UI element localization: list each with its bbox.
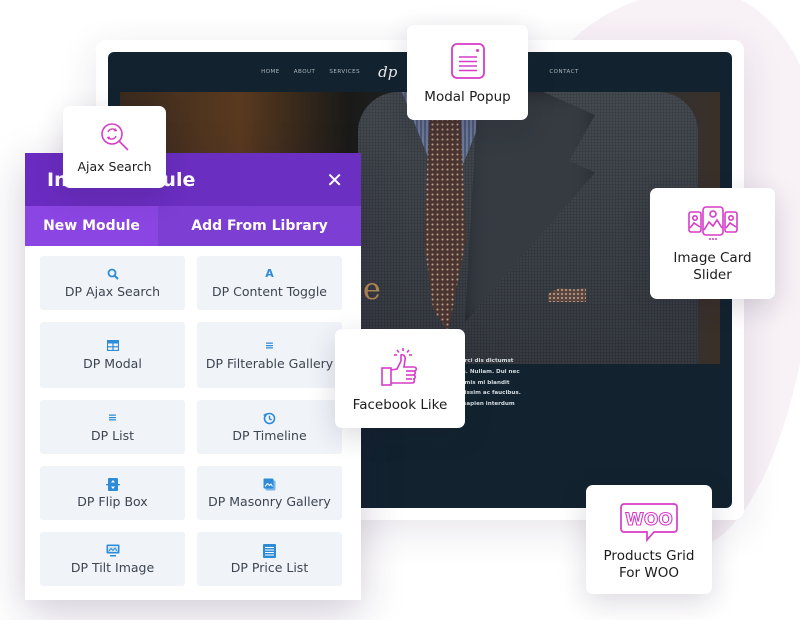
thumbs-up-icon xyxy=(380,348,420,388)
module-dp-content-toggle[interactable]: A DP Content Toggle xyxy=(197,256,342,310)
products-grid-label-1: Products Grid xyxy=(603,548,695,564)
feature-card-ajax-search: Ajax Search xyxy=(63,106,166,188)
products-grid-label-2: For WOO xyxy=(619,565,679,581)
panel-tabs: New Module Add From Library xyxy=(25,206,361,246)
module-dp-timeline[interactable]: DP Timeline xyxy=(197,400,342,454)
insert-module-panel: Insert Module ✕ New Module Add From Libr… xyxy=(25,153,361,600)
module-dp-flip-box[interactable]: DP Flip Box xyxy=(40,466,185,520)
module-dp-filterable-gallery[interactable]: ≡ DP Filterable Gallery xyxy=(197,322,342,388)
gallery-icon xyxy=(263,478,276,491)
module-dp-tilt-image[interactable]: DP Tilt Image xyxy=(40,532,185,586)
module-dp-modal[interactable]: DP Modal xyxy=(40,322,185,388)
image-card-slider-label-1: Image Card xyxy=(673,250,752,266)
search-icon xyxy=(107,268,119,281)
feature-card-modal-popup: Modal Popup xyxy=(407,25,528,120)
price-list-icon xyxy=(263,543,276,558)
tab-new-module[interactable]: New Module xyxy=(25,206,158,246)
nav-about[interactable]: ABOUT xyxy=(294,69,316,75)
hero-heading-fragment: e xyxy=(363,272,381,307)
image-card-slider-icon xyxy=(687,206,738,242)
modal-popup-label: Modal Popup xyxy=(424,89,511,105)
nav-home[interactable]: HOME xyxy=(261,69,280,75)
woo-icon: WOO xyxy=(620,502,678,542)
history-icon xyxy=(263,412,276,425)
ajax-search-label: Ajax Search xyxy=(77,159,152,174)
module-dp-list[interactable]: ≡ DP List xyxy=(40,400,185,454)
menu-icon: ≡ xyxy=(264,338,275,352)
nav-services[interactable]: SERVICES xyxy=(329,69,360,75)
text-icon: A xyxy=(265,266,274,280)
close-icon[interactable]: ✕ xyxy=(326,170,343,190)
svg-text:WOO: WOO xyxy=(625,510,673,530)
list-icon: ≡ xyxy=(107,410,118,424)
ajax-search-icon xyxy=(98,120,132,154)
flip-box-icon xyxy=(105,477,120,491)
module-dp-ajax-search[interactable]: DP Ajax Search xyxy=(40,256,185,310)
module-dp-masonry-gallery[interactable]: DP Masonry Gallery xyxy=(197,466,342,520)
monitor-image-icon xyxy=(106,544,120,557)
feature-card-image-card-slider: Image Card Slider xyxy=(650,188,775,299)
feature-card-products-grid: WOO Products Grid For WOO xyxy=(586,485,712,594)
module-dp-price-list[interactable]: DP Price List xyxy=(197,532,342,586)
modal-popup-icon xyxy=(449,42,487,80)
table-icon xyxy=(106,339,119,353)
facebook-like-label: Facebook Like xyxy=(352,397,448,413)
module-grid: DP Ajax Search A DP Content Toggle DP Mo… xyxy=(25,246,361,586)
feature-card-facebook-like: Facebook Like xyxy=(335,329,465,428)
tab-add-from-library[interactable]: Add From Library xyxy=(158,206,361,246)
site-logo[interactable]: dp xyxy=(378,63,397,81)
nav-contact[interactable]: CONTACT xyxy=(549,69,579,75)
image-card-slider-label-2: Slider xyxy=(693,267,732,283)
